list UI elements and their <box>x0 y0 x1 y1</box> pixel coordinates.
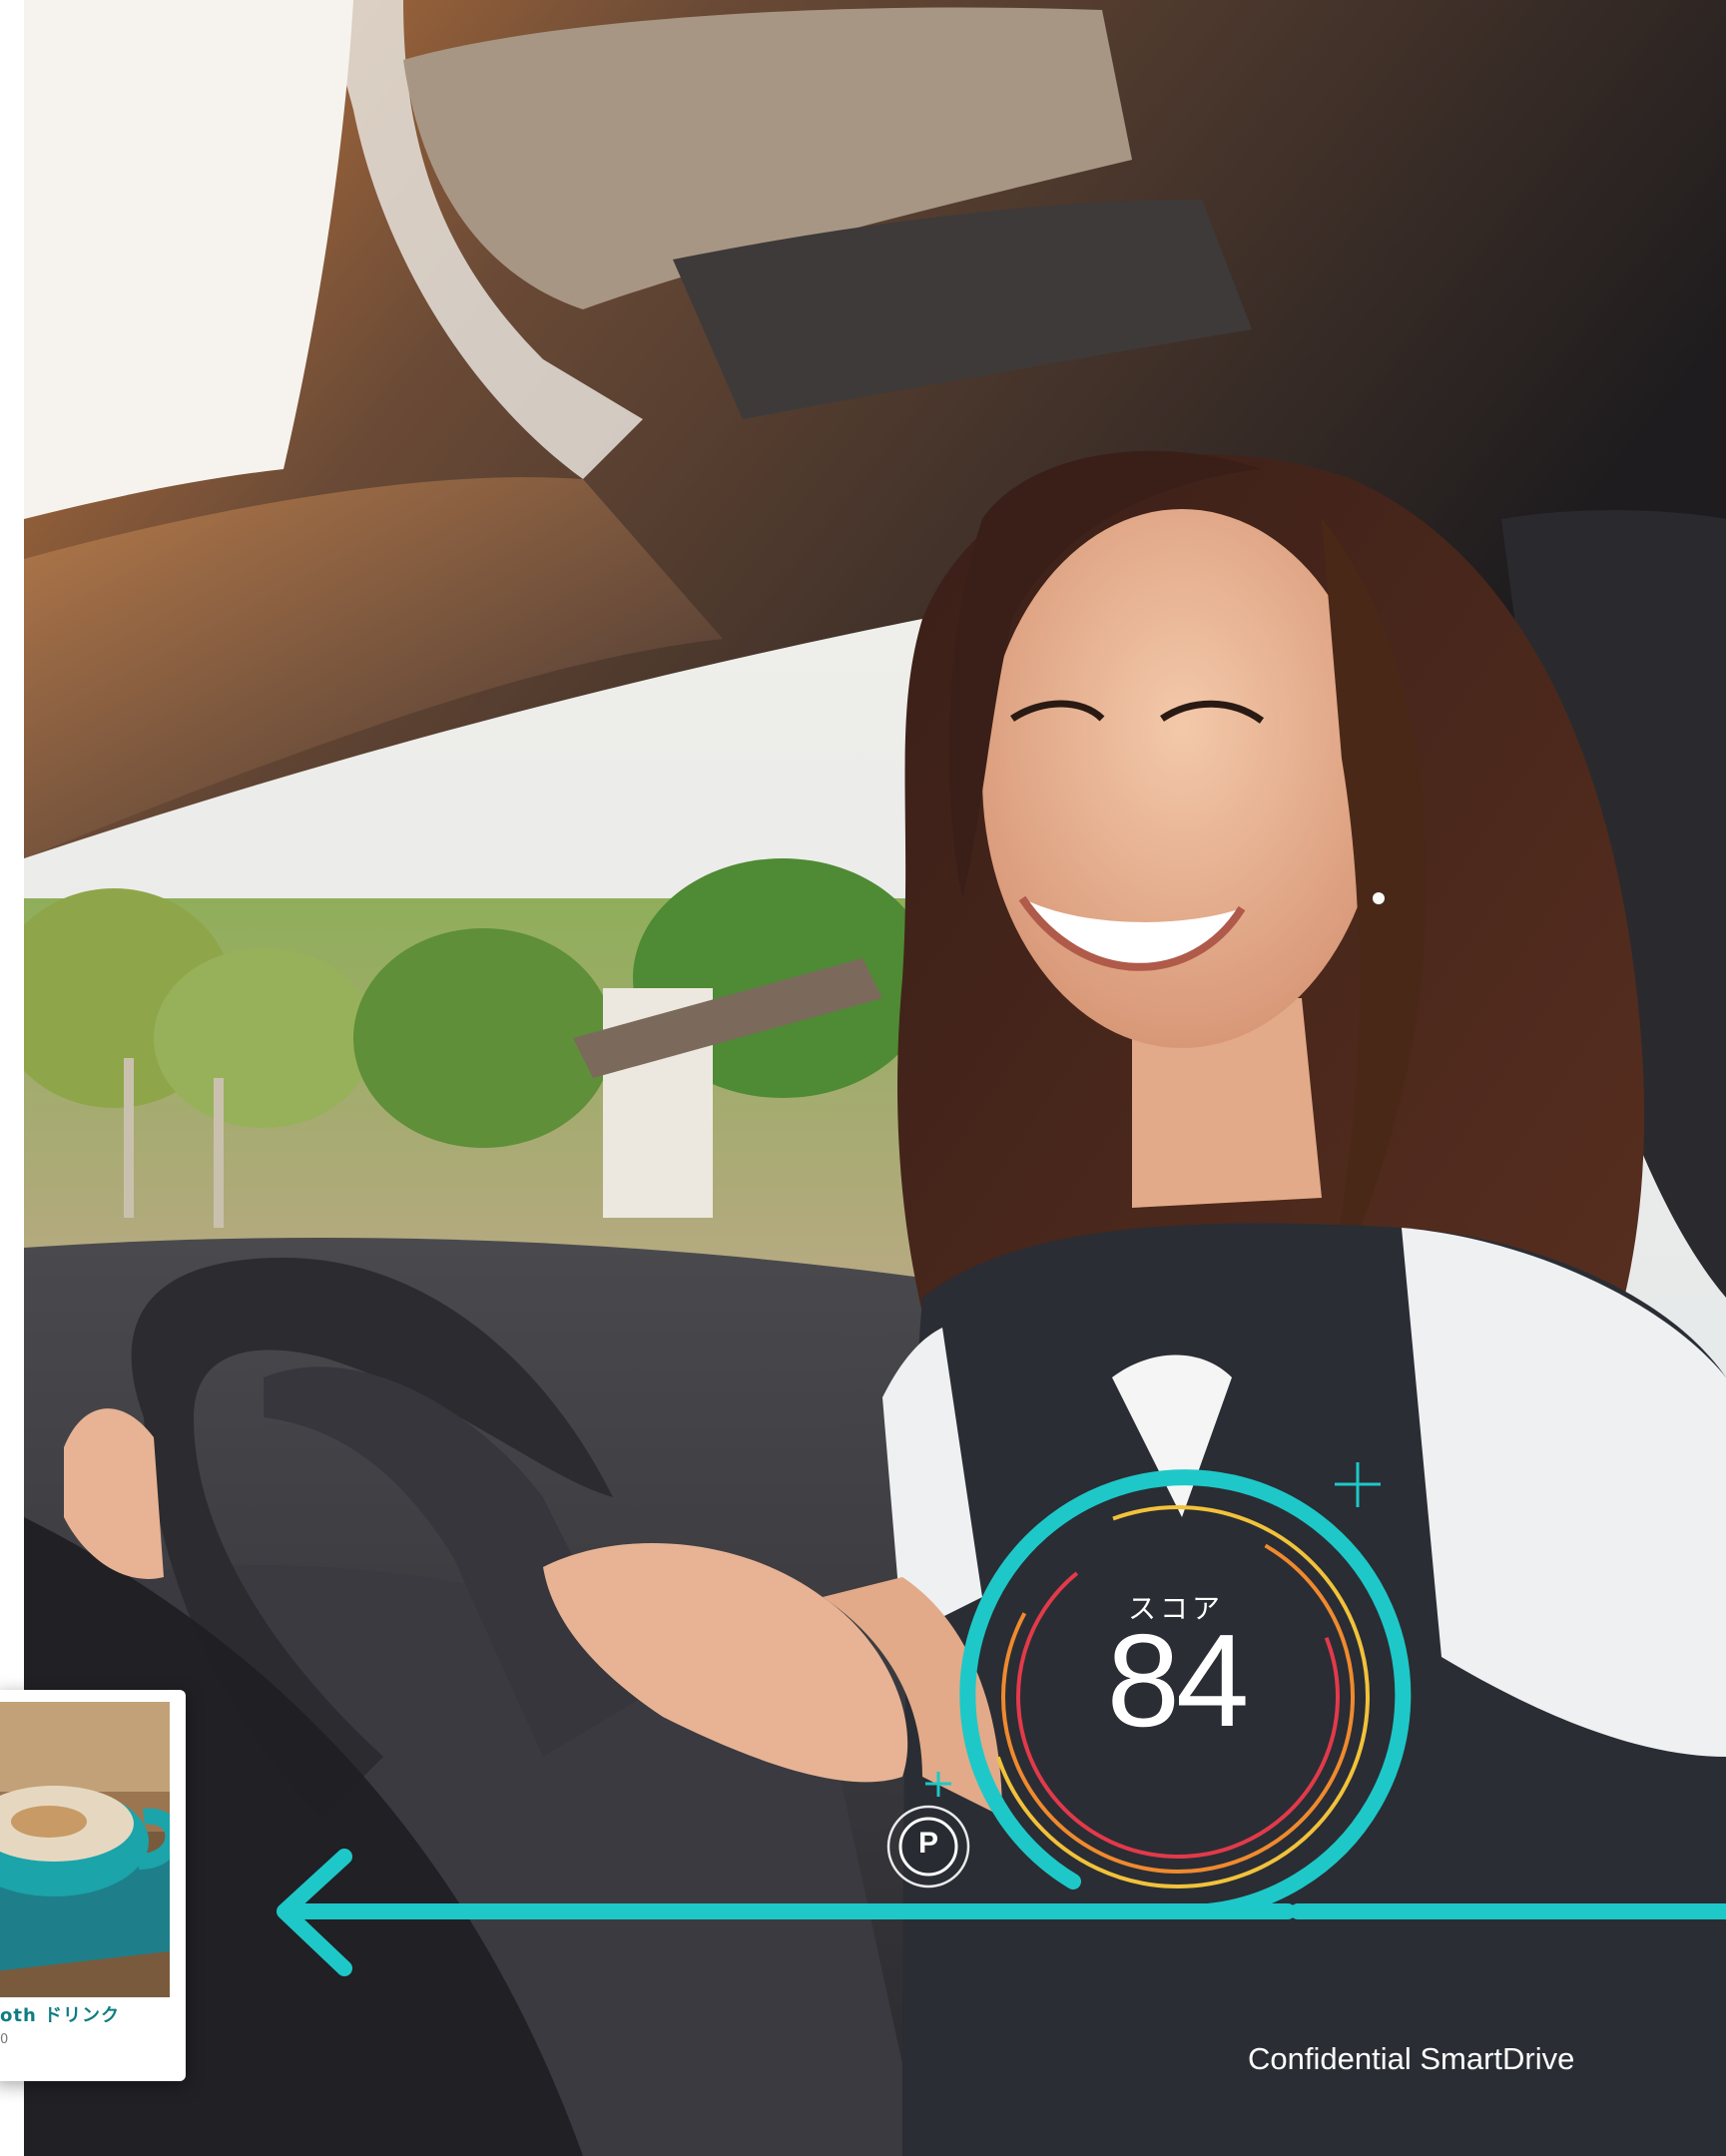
footer-text: Confidential SmartDrive <box>1248 2041 1575 2076</box>
small-plus-mark-icon <box>925 1772 951 1797</box>
score-value: 84 <box>1106 1607 1250 1754</box>
page: oth ドリンク 0 P スコア 84 Confidential SmartDr… <box>0 0 1726 2156</box>
score-overlay <box>277 1462 1726 1976</box>
plus-mark-icon <box>1335 1462 1381 1507</box>
parking-letter: P <box>917 1827 938 1860</box>
